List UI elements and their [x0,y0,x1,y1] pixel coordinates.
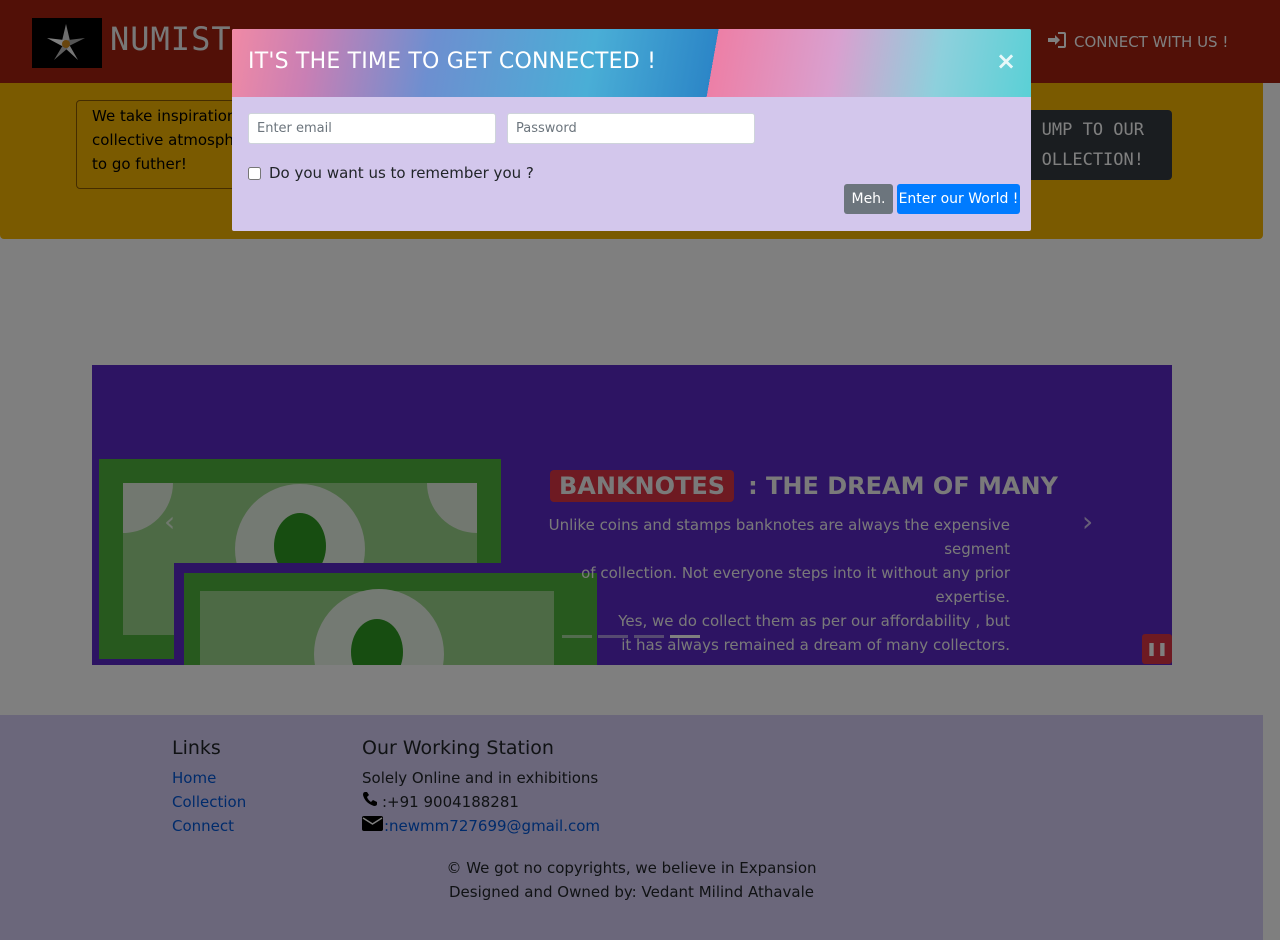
email-field[interactable] [248,113,496,144]
remember-checkbox[interactable] [248,166,261,180]
connect-modal: IT'S THE TIME TO GET CONNECTED ! × Do yo… [232,29,1031,231]
meh-button[interactable]: Meh. [844,184,893,214]
password-field[interactable] [507,113,755,144]
enter-world-button[interactable]: Enter our World ! [897,184,1020,214]
modal-title: IT'S THE TIME TO GET CONNECTED ! [248,49,657,74]
remember-me: Do you want us to remember you ? [248,164,534,182]
close-icon[interactable]: × [996,47,1016,75]
remember-label: Do you want us to remember you ? [269,164,534,182]
modal-header: IT'S THE TIME TO GET CONNECTED ! × [232,29,1031,97]
